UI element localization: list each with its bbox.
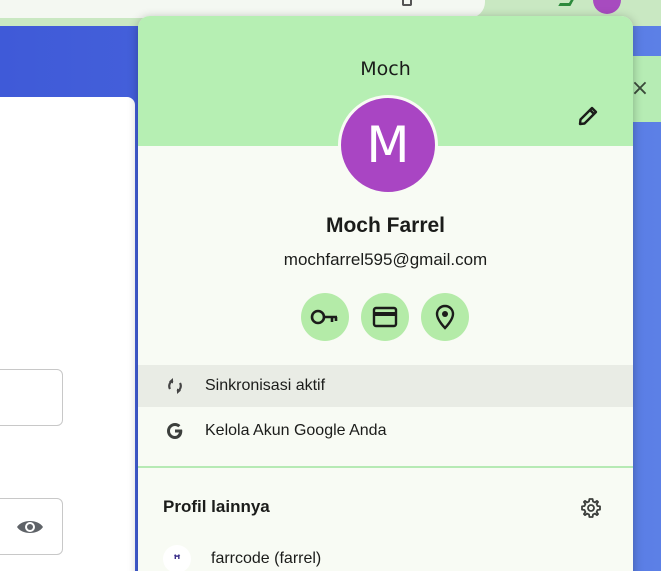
install-app-icon[interactable]	[402, 0, 412, 6]
show-password-icon[interactable]	[15, 516, 45, 538]
sync-icon	[165, 376, 185, 396]
profile-full-name: Moch Farrel	[325, 214, 446, 237]
google-g-icon	[165, 421, 185, 441]
addresses-button[interactable]	[421, 293, 469, 341]
payment-methods-button[interactable]	[361, 293, 409, 341]
sync-status-row[interactable]: Sinkronisasi aktif	[138, 365, 633, 407]
sync-status-label: Sinkronisasi aktif	[205, 377, 326, 394]
profile-email: mochfarrel595@gmail.com	[283, 250, 488, 269]
other-profile-label: farrcode (farrel)	[211, 550, 322, 567]
location-pin-icon	[435, 304, 455, 330]
other-profile-item[interactable]: ꟸ farrcode (farrel)	[138, 542, 633, 571]
key-icon	[310, 309, 338, 325]
gear-icon[interactable]	[579, 496, 603, 520]
page-input-field[interactable]	[0, 369, 63, 426]
edit-pencil-icon[interactable]	[574, 102, 602, 130]
profile-menu-panel: Moch M Moch Farrel mochfarrel595@gmail.c…	[138, 16, 633, 571]
profile-avatar: M	[338, 95, 438, 195]
manage-account-label: Kelola Akun Google Anda	[205, 422, 387, 439]
passwords-button[interactable]	[301, 293, 349, 341]
credit-card-icon	[372, 306, 398, 328]
other-profiles-title: Profil lainnya	[163, 497, 270, 516]
other-profile-avatar: ꟸ	[163, 545, 191, 571]
profile-header-name: Moch	[360, 58, 411, 80]
manage-account-row[interactable]: Kelola Akun Google Anda	[138, 410, 633, 452]
section-divider	[138, 466, 633, 468]
